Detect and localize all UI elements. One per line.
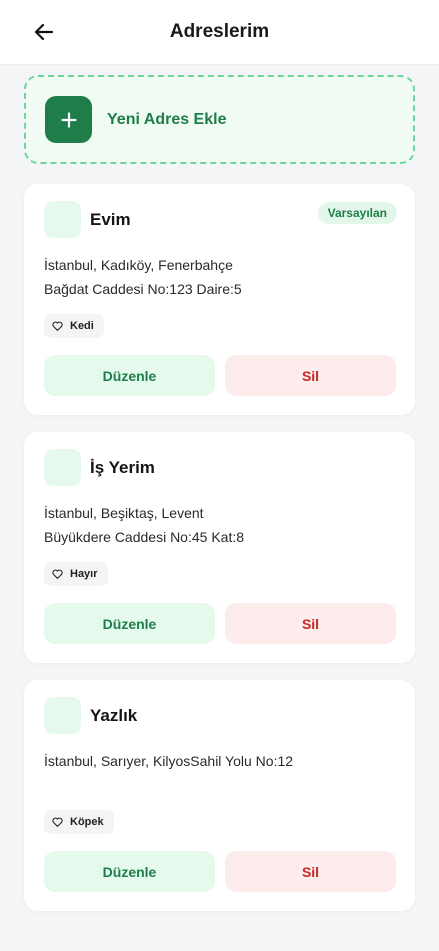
delete-button[interactable]: Sil bbox=[225, 603, 396, 644]
address-type-icon bbox=[44, 697, 81, 734]
edit-button[interactable]: Düzenle bbox=[44, 355, 215, 396]
back-button[interactable] bbox=[26, 14, 62, 50]
add-icon-box bbox=[45, 96, 92, 143]
default-badge: Varsayılan bbox=[317, 202, 397, 224]
pet-chip: Hayır bbox=[44, 562, 108, 586]
address-title: Yazlık bbox=[90, 706, 138, 725]
address-card: Evim Varsayılan İstanbul, Kadıköy, Fener… bbox=[24, 184, 415, 415]
pet-chip: Köpek bbox=[44, 810, 114, 834]
heart-icon bbox=[52, 321, 63, 331]
pet-label: Köpek bbox=[70, 816, 104, 828]
address-card: Yazlık İstanbul, Sarıyer, KilyosSahil Yo… bbox=[24, 680, 415, 911]
pet-label: Kedi bbox=[70, 320, 94, 332]
address-line-1: İstanbul, Beşiktaş, Levent bbox=[44, 505, 204, 521]
plus-icon bbox=[60, 111, 77, 128]
edit-button[interactable]: Düzenle bbox=[44, 851, 215, 892]
edit-button[interactable]: Düzenle bbox=[44, 603, 215, 644]
top-bar: Adreslerim bbox=[0, 0, 439, 65]
delete-button[interactable]: Sil bbox=[225, 851, 396, 892]
add-address-label: Yeni Adres Ekle bbox=[107, 110, 227, 128]
page-title: Adreslerim bbox=[169, 21, 270, 42]
heart-icon bbox=[52, 569, 63, 579]
address-line-2: Bağdat Caddesi No:123 Daire:5 bbox=[44, 281, 242, 297]
address-type-icon bbox=[44, 449, 81, 486]
pet-chip: Kedi bbox=[44, 314, 104, 338]
delete-button[interactable]: Sil bbox=[225, 355, 396, 396]
address-line-2: Büyükdere Caddesi No:45 Kat:8 bbox=[44, 529, 245, 545]
address-type-icon bbox=[44, 201, 81, 238]
address-line-1: İstanbul, Kadıköy, Fenerbahçe bbox=[44, 257, 233, 273]
address-card: İş Yerim İstanbul, Beşiktaş, Levent Büyü… bbox=[24, 432, 415, 663]
heart-icon bbox=[52, 817, 63, 827]
address-title: Evim bbox=[90, 210, 131, 229]
arrow-left-icon bbox=[34, 23, 54, 41]
add-address-button[interactable]: Yeni Adres Ekle bbox=[24, 75, 415, 164]
address-title: İş Yerim bbox=[90, 458, 155, 477]
pet-label: Hayır bbox=[70, 568, 98, 580]
address-line-1: İstanbul, Sarıyer, KilyosSahil Yolu No:1… bbox=[44, 753, 294, 769]
